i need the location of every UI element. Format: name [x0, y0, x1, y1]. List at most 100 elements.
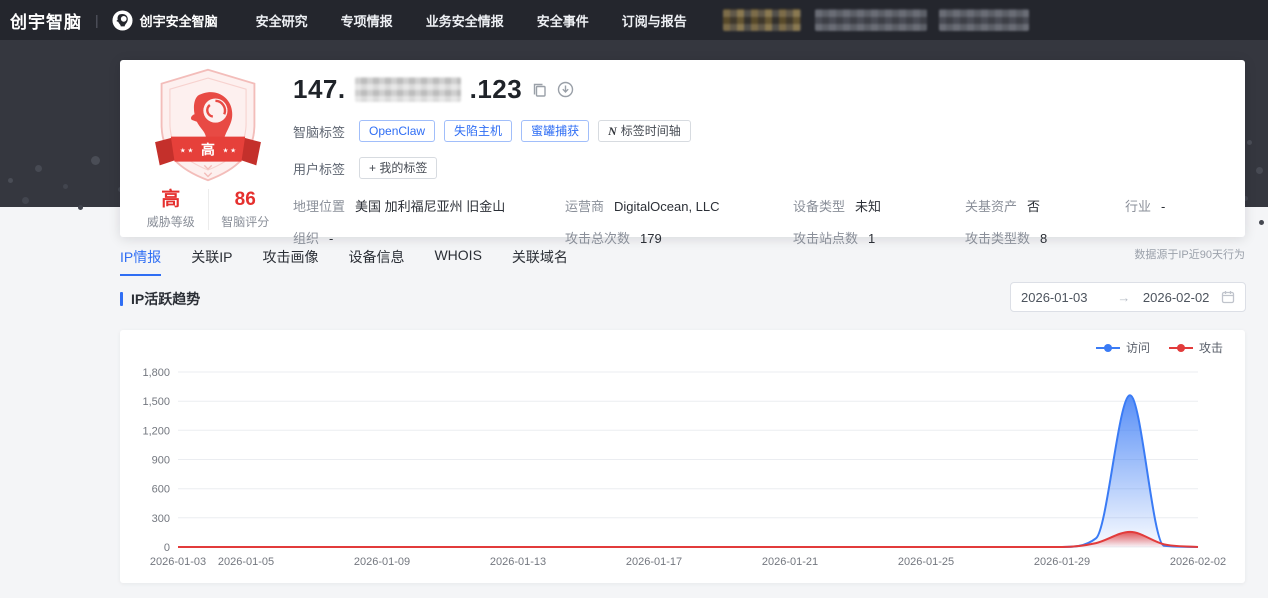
tag-timeline-button[interactable]: N 标签时间轴 [598, 120, 691, 142]
smart-tag-0[interactable]: OpenClaw [359, 120, 436, 142]
ip-address-suffix: .123 [469, 73, 523, 104]
section-accent-bar [120, 292, 123, 306]
user-tags-row: 用户标签 + 我的标签 [293, 157, 1227, 179]
svg-text:2026-01-09: 2026-01-09 [354, 556, 410, 568]
brand-divider: | [95, 12, 99, 28]
svg-text:2026-01-17: 2026-01-17 [626, 556, 682, 568]
score-stat: 86 智脑评分 [207, 189, 283, 230]
activity-chart[interactable]: 0 300 600 900 1,200 1,500 1,800 2026-01-03 2026-… [120, 330, 1245, 583]
smart-tags-list: OpenClaw 失陷主机 蜜罐捕获 [359, 120, 590, 142]
field-2: 设备类型 未知 [793, 196, 965, 215]
svg-text:1,500: 1,500 [142, 396, 170, 408]
svg-text:900: 900 [152, 455, 170, 467]
smart-tag-1[interactable]: 失陷主机 [444, 120, 513, 142]
tab-0[interactable]: IP情报 [120, 247, 162, 276]
svg-text:2026-01-21: 2026-01-21 [762, 556, 818, 568]
field-value: 179 [640, 231, 662, 246]
legend-item-1[interactable]: 攻击 [1168, 339, 1223, 356]
date-end-value[interactable]: 2026-02-02 [1143, 290, 1221, 305]
nav-item-1[interactable]: 专项情报 [341, 11, 393, 30]
data-source-note: 数据源于IP近90天行为 [1134, 249, 1245, 261]
field-0: 地理位置 美国 加利福尼亚州 旧金山 [293, 196, 565, 215]
svg-text:0: 0 [164, 542, 170, 554]
svg-text:2026-01-25: 2026-01-25 [898, 556, 954, 568]
svg-text:2026-01-13: 2026-01-13 [490, 556, 546, 568]
smart-tags-row: 智脑标签 OpenClaw 失陷主机 蜜罐捕获 N 标签时间轴 [293, 120, 1227, 142]
field-label: 攻击类型数 [965, 231, 1031, 246]
nav-item-0[interactable]: 安全研究 [256, 11, 308, 30]
top-navbar: 创宇智脑 | 创宇安全智脑 安全研究 专项情报 业务安全情报 安全事件 订阅与报告 [0, 0, 1268, 40]
svg-text:2026-01-29: 2026-01-29 [1034, 556, 1090, 568]
product-home-link[interactable]: 创宇安全智脑 [112, 9, 218, 31]
field-label: 攻击总次数 [565, 231, 631, 246]
score-label: 智脑评分 [221, 215, 270, 229]
activity-chart-svg[interactable]: 0 300 600 900 1,200 1,500 1,800 2026-01-03 2026-… [120, 330, 1245, 583]
smart-tag-2[interactable]: 蜜罐捕获 [521, 120, 590, 142]
nav-item-2[interactable]: 业务安全情报 [426, 11, 504, 30]
field-5: 组织 - [293, 228, 565, 247]
smart-tags-label: 智脑标签 [293, 124, 346, 140]
field-3: 关基资产否 [965, 196, 1125, 215]
decorative-dots [8, 178, 13, 183]
svg-text:★ ★: ★ ★ [223, 147, 237, 154]
field-value: 8 [1040, 231, 1048, 246]
threat-level-label: 威胁等级 [146, 215, 195, 229]
svg-text:1,200: 1,200 [142, 425, 170, 437]
legend-item-0[interactable]: 访问 [1095, 339, 1150, 356]
brand-logo[interactable]: 创宇智脑 [10, 8, 82, 33]
field-4: 行业 - [1125, 196, 1227, 215]
badge-stats: 高 威胁等级 86 智脑评分 [134, 189, 282, 230]
tab-4[interactable]: WHOIS [434, 247, 481, 276]
profile-content: 147. .123 智脑标签 OpenClaw 失陷主机 蜜罐捕获 N 标签时间轴 用… [293, 73, 1227, 247]
timeline-tag-label: 标签时间轴 [620, 124, 681, 138]
section-title: IP活跃趋势 [131, 291, 201, 307]
field-value: 美国 加利福尼亚州 旧金山 [355, 199, 506, 214]
svg-text:1,800: 1,800 [142, 367, 170, 379]
date-range-picker[interactable]: 2026-01-03 → 2026-02-02 [1010, 282, 1246, 312]
field-1: 运营商 DigitalOcean, LLC [565, 196, 793, 215]
legend-marker-icon [1168, 343, 1193, 352]
field-label: 攻击站点数 [793, 231, 859, 246]
field-value: 否 [1027, 199, 1041, 214]
date-range-arrow: → [1117, 289, 1131, 305]
legend-marker-icon [1095, 343, 1120, 352]
tab-1[interactable]: 关联IP [191, 247, 232, 276]
add-user-tag-button[interactable]: + 我的标签 [359, 157, 438, 179]
score-value: 86 [234, 189, 256, 210]
field-label: 运营商 [565, 199, 605, 214]
field-7: 攻击站点数 1 [793, 228, 965, 247]
svg-text:2026-01-05: 2026-01-05 [218, 556, 274, 568]
legend-label: 访问 [1125, 341, 1150, 355]
ip-attribute-grid: 地理位置 美国 加利福尼亚州 旧金山 运营商 DigitalOcean, LLC 设备类… [293, 196, 1227, 247]
calendar-icon[interactable] [1221, 290, 1235, 304]
tab-5[interactable]: 关联域名 [512, 247, 568, 276]
tab-3[interactable]: 设备信息 [348, 247, 404, 276]
nav-item-3[interactable]: 安全事件 [537, 11, 589, 30]
svg-text:2026-02-02: 2026-02-02 [1170, 556, 1226, 568]
field-value: 1 [868, 231, 876, 246]
shield-badge-icon: ★ ★ 高 ★ ★ [155, 68, 261, 182]
timeline-n-icon: N [608, 124, 617, 138]
nav-item-4[interactable]: 订阅与报告 [622, 11, 687, 30]
svg-text:2026-01-03: 2026-01-03 [150, 556, 206, 568]
threat-badge: ★ ★ 高 ★ ★ 高 威胁等级 86 智脑评分 [134, 66, 282, 230]
product-name: 创宇安全智脑 [139, 13, 218, 29]
download-icon[interactable] [557, 81, 574, 98]
activity-trend-card: 访问 攻击 0 300 600 900 1,200 1,500 1,800 2026-01-0… [120, 330, 1245, 583]
user-tags-label: 用户标签 [293, 161, 346, 177]
field-label: 组织 [293, 231, 320, 246]
threat-level-stat: 高 威胁等级 [134, 189, 208, 230]
legend-label: 攻击 [1198, 341, 1223, 355]
field-value: - [1161, 199, 1166, 214]
tab-2[interactable]: 攻击画像 [262, 247, 318, 276]
redacted-ip-segment [354, 76, 461, 102]
copy-icon[interactable] [531, 81, 548, 98]
svg-text:300: 300 [152, 513, 170, 525]
field-6: 攻击总次数 179 [565, 228, 793, 247]
date-start-value[interactable]: 2026-01-03 [1021, 290, 1105, 305]
decorative-dots [1247, 140, 1252, 145]
field-8: 攻击类型数 8 [965, 228, 1125, 247]
svg-text:★ ★: ★ ★ [180, 147, 194, 154]
section-header: IP活跃趋势 [120, 289, 200, 309]
detail-tabs: IP情报 关联IP 攻击画像 设备信息 WHOIS 关联域名 [120, 247, 568, 276]
